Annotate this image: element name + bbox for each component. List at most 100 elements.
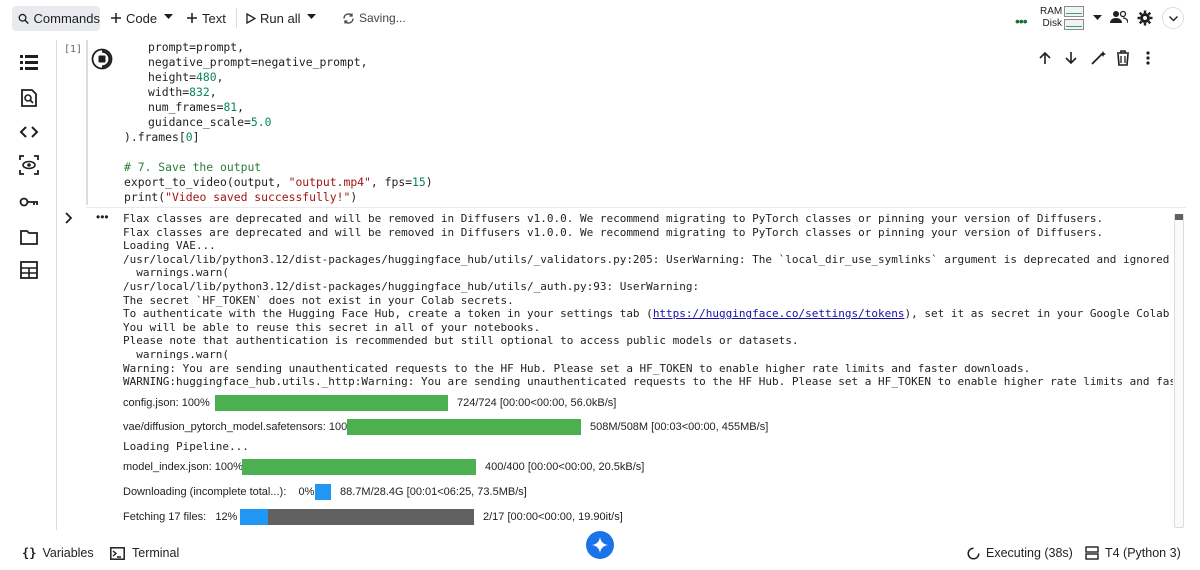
progress-bar — [240, 509, 474, 525]
output-line: WARNING:huggingface_hub.utils._http:Warn… — [123, 375, 1173, 389]
account-menu-button[interactable] — [1162, 7, 1184, 29]
sync-icon — [343, 12, 354, 24]
variables-label: Variables — [42, 546, 94, 560]
code-line: prompt=prompt, — [148, 40, 245, 54]
stop-execution-icon[interactable] — [91, 48, 113, 70]
plus-icon — [187, 13, 197, 23]
move-up-icon[interactable] — [1036, 50, 1062, 66]
save-status: Saving... — [342, 6, 406, 30]
variables-button[interactable]: {} Variables — [22, 546, 94, 560]
execution-status[interactable]: Executing (38s) — [967, 546, 1073, 560]
progress-stats: 2/17 [00:00<00:00, 19.90it/s] — [483, 511, 623, 523]
delete-icon[interactable] — [1114, 50, 1140, 66]
chevron-right-icon[interactable] — [64, 212, 74, 224]
output-line: Flax classes are deprecated and will be … — [123, 225, 1104, 239]
saving-label: Saving... — [359, 11, 406, 25]
progress-fill — [347, 419, 581, 435]
progress-row: Downloading (incomplete total...): 0% 88.… — [123, 483, 527, 501]
runtime-icon — [1085, 546, 1099, 560]
output-line: warnings.warn( — [123, 347, 229, 361]
execution-count: [1] — [64, 44, 83, 55]
code-editor[interactable]: prompt=prompt, negative_prompt=negative_p… — [124, 40, 433, 205]
ram-meter — [1064, 6, 1084, 17]
cell-toolbar — [1036, 50, 1156, 66]
resource-labels[interactable]: RAM Disk — [1040, 6, 1062, 30]
table-of-contents-icon[interactable] — [19, 52, 39, 72]
data-table-icon[interactable] — [19, 260, 39, 280]
code-snippets-icon[interactable] — [19, 122, 39, 142]
commands-button[interactable]: Commands — [12, 6, 100, 31]
loading-pipeline-text: Loading Pipeline... — [123, 440, 249, 453]
output-actions-icon[interactable]: ••• — [96, 210, 109, 224]
variables-icon: {} — [22, 546, 37, 560]
progress-label: Fetching 17 files: 12% — [123, 511, 238, 523]
progress-fill — [240, 509, 268, 525]
output-scroll-thumb[interactable] — [1175, 214, 1183, 220]
progress-row: model_index.json: 100% 400/400 [00:00<00:… — [123, 458, 644, 476]
progress-row: vae/diffusion_pytorch_model.safetensors:… — [123, 418, 768, 436]
more-options-icon[interactable] — [1140, 50, 1156, 66]
executing-label: Executing (38s) — [986, 546, 1073, 560]
code-line: width=832, — [148, 85, 217, 99]
progress-stats: 400/400 [00:00<00:00, 20.5kB/s] — [485, 461, 645, 473]
runtime-status-icon[interactable]: ••• — [1015, 13, 1028, 29]
run-all-button[interactable]: Run all — [246, 6, 300, 30]
terminal-button[interactable]: Terminal — [110, 546, 179, 560]
share-people-icon[interactable] — [1110, 10, 1128, 24]
gear-icon[interactable] — [1137, 10, 1153, 26]
progress-bar — [242, 459, 476, 475]
move-down-icon[interactable] — [1062, 50, 1088, 66]
ram-label: RAM — [1040, 6, 1063, 17]
chevron-down-icon[interactable] — [1093, 15, 1102, 21]
search-icon — [18, 13, 29, 24]
progress-bar — [347, 419, 581, 435]
plus-icon — [111, 13, 121, 23]
settings-tokens-link[interactable]: https://huggingface.co/settings/tokens — [653, 307, 905, 320]
add-code-button[interactable]: Code — [110, 6, 157, 30]
chevron-down-icon[interactable] — [307, 14, 316, 20]
terminal-icon — [110, 546, 125, 560]
progress-row: Fetching 17 files: 12% 2/17 [00:00<00:00,… — [123, 508, 623, 526]
progress-fill — [315, 484, 331, 500]
commands-label: Commands — [33, 11, 100, 26]
progress-fill — [242, 459, 476, 475]
add-text-button[interactable]: Text — [186, 6, 226, 30]
chevron-down-icon[interactable] — [164, 14, 173, 20]
code-line: # 7. Save the output — [124, 160, 262, 174]
output-line: Loading VAE... — [123, 239, 216, 253]
terminal-label: Terminal — [132, 546, 180, 560]
secrets-key-icon[interactable] — [19, 192, 39, 212]
progress-stats: 88.7M/28.4G [00:01<06:25, 73.5MB/s] — [340, 486, 527, 498]
output-line: Please note that authentication is recom… — [123, 334, 799, 348]
toolbar-divider — [236, 8, 237, 28]
code-line: export_to_video(output, "output.mp4", fp… — [124, 175, 433, 189]
spinner-icon — [967, 546, 980, 560]
left-sidebar — [0, 36, 56, 530]
progress-label: model_index.json: 100% — [123, 461, 243, 473]
progress-row: config.json: 100% 724/724 [00:00<00:00, 5… — [123, 394, 616, 412]
output-line: warnings.warn( — [123, 266, 229, 280]
code-line: print("Video saved successfully!") — [124, 190, 358, 204]
resource-meters[interactable] — [1064, 6, 1084, 30]
progress-fill — [215, 395, 448, 411]
output-line: /usr/local/lib/python3.12/dist-packages/… — [123, 252, 1173, 266]
inspect-icon[interactable] — [19, 155, 39, 175]
output-line: Flax classes are deprecated and will be … — [123, 212, 1104, 225]
code-line: guidance_scale=5.0 — [148, 115, 272, 129]
output-line-text: ), set it as secret in your Google Colab… — [904, 307, 1170, 321]
code-line: height=480, — [148, 70, 224, 84]
gemini-button[interactable] — [586, 531, 614, 559]
code-label: Code — [126, 10, 158, 26]
play-icon — [246, 12, 256, 24]
find-icon[interactable] — [19, 88, 39, 108]
runtime-info[interactable]: T4 (Python 3) — [1085, 546, 1181, 560]
text-label: Text — [202, 10, 226, 26]
gemini-edit-icon[interactable] — [1088, 50, 1114, 66]
code-line: negative_prompt=negative_prompt, — [148, 55, 368, 69]
output-line: You will be able to reuse this secret in… — [123, 320, 541, 334]
files-icon[interactable] — [19, 227, 39, 247]
output-scrollbar[interactable] — [1174, 214, 1184, 528]
run-all-label: Run all — [260, 10, 301, 26]
code-line: num_frames=81, — [148, 100, 245, 114]
